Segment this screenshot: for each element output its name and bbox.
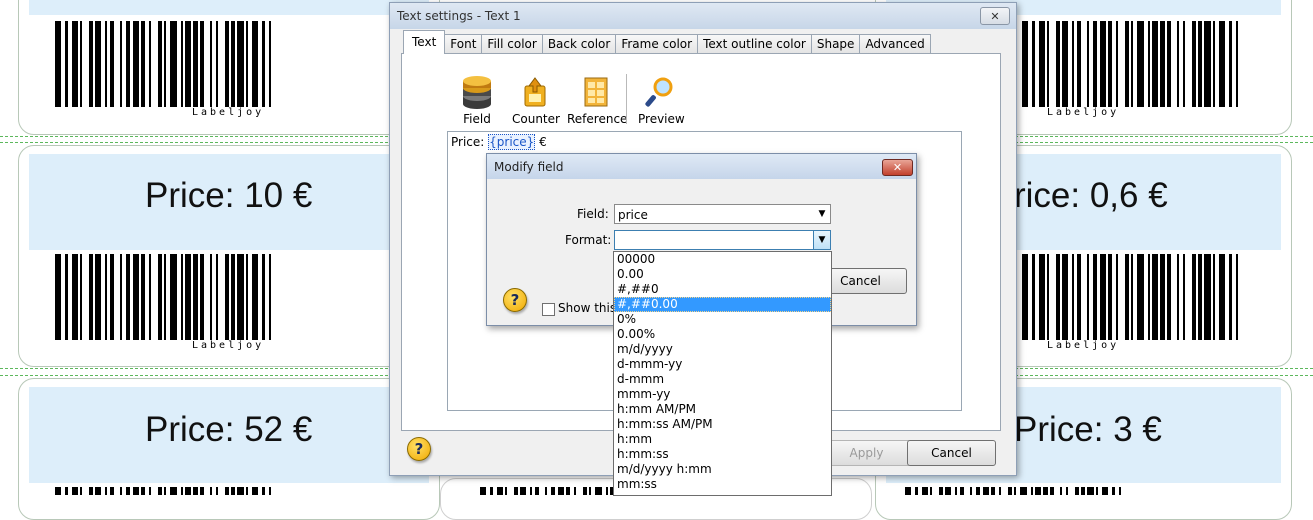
tab-strip: Text Font Fill color Back color Frame co… bbox=[403, 30, 931, 55]
format-option[interactable]: 0.00 bbox=[614, 267, 831, 282]
counter-button[interactable]: Counter bbox=[512, 76, 560, 126]
modify-close-button[interactable]: ✕ bbox=[882, 159, 913, 176]
format-option[interactable]: 0% bbox=[614, 312, 831, 327]
field-button[interactable]: Field bbox=[459, 76, 495, 126]
magnifier-icon bbox=[644, 76, 676, 110]
barcode bbox=[55, 254, 277, 340]
barcode-bar bbox=[1238, 254, 1244, 340]
label-brand: Labeljoy bbox=[1047, 340, 1120, 351]
format-combobox[interactable]: ▼ bbox=[614, 230, 831, 250]
format-option[interactable]: d-mmm-yy bbox=[614, 357, 831, 372]
database-icon bbox=[461, 76, 493, 110]
label-brand: Labeljoy bbox=[192, 340, 265, 351]
barcode bbox=[1022, 21, 1244, 107]
preview-button-label: Preview bbox=[638, 112, 685, 126]
show-this-checkbox[interactable] bbox=[542, 303, 555, 316]
format-option[interactable]: h:mm:ss AM/PM bbox=[614, 417, 831, 432]
editor-prefix: Price: bbox=[451, 135, 489, 149]
reference-icon bbox=[579, 76, 611, 110]
format-option[interactable]: 00000 bbox=[614, 252, 831, 267]
dialog-titlebar[interactable]: Text settings - Text 1 ✕ bbox=[390, 3, 1016, 29]
modify-field-titlebar[interactable]: Modify field ✕ bbox=[487, 154, 916, 179]
close-icon: ✕ bbox=[990, 9, 1000, 23]
label-brand: Labeljoy bbox=[192, 107, 265, 118]
format-option-selected[interactable]: #,##0.00 bbox=[614, 297, 831, 312]
barcode-bar bbox=[1121, 487, 1127, 495]
editor-suffix: € bbox=[535, 135, 547, 149]
format-option[interactable]: h:mm:ss bbox=[614, 447, 831, 462]
format-option[interactable]: 0.00% bbox=[614, 327, 831, 342]
editor-content: Price: {price} € bbox=[451, 134, 547, 150]
field-select[interactable]: price ▼ bbox=[614, 204, 831, 224]
format-option[interactable]: mmm-yy bbox=[614, 387, 831, 402]
format-option[interactable]: #,##0 bbox=[614, 282, 831, 297]
format-option[interactable]: d-mmm bbox=[614, 372, 831, 387]
barcode-bar bbox=[271, 21, 277, 107]
label-price: Price: 3 € bbox=[1014, 410, 1162, 449]
format-option[interactable]: h:mm bbox=[614, 432, 831, 447]
format-option[interactable]: m/d/yyyy bbox=[614, 342, 831, 357]
barcode-bar bbox=[1238, 21, 1244, 107]
format-dropdown-list: 00000 0.00 #,##0 #,##0.00 0% 0.00% m/d/y… bbox=[613, 251, 832, 496]
preview-button[interactable]: Preview bbox=[638, 76, 685, 126]
help-icon[interactable]: ? bbox=[503, 288, 527, 312]
barcode-bar bbox=[271, 487, 277, 495]
dialog-cancel-button[interactable]: Cancel bbox=[907, 440, 996, 466]
barcode-bar bbox=[271, 254, 277, 340]
chevron-down-icon: ▼ bbox=[818, 209, 826, 219]
format-option[interactable]: m/d/yyyy h:mm bbox=[614, 462, 831, 477]
help-icon[interactable]: ? bbox=[407, 437, 431, 461]
modify-field-title: Modify field bbox=[494, 160, 564, 174]
label-price: Price: 52 € bbox=[145, 410, 313, 449]
editor-field-token[interactable]: {price} bbox=[488, 134, 536, 150]
label-price: rice: 0,6 € bbox=[1014, 176, 1168, 215]
dialog-title: Text settings - Text 1 bbox=[397, 9, 521, 23]
tab-text-outline-color[interactable]: Text outline color bbox=[697, 34, 812, 54]
close-button[interactable]: ✕ bbox=[980, 7, 1010, 25]
label-brand: Labeljoy bbox=[1047, 107, 1120, 118]
counter-button-label: Counter bbox=[512, 112, 560, 126]
chevron-down-icon[interactable]: ▼ bbox=[813, 231, 830, 249]
counter-icon bbox=[519, 76, 551, 110]
format-option[interactable]: mm:ss bbox=[614, 477, 831, 492]
label-price: Price: 10 € bbox=[145, 176, 313, 215]
reference-button[interactable]: Reference bbox=[567, 76, 627, 126]
field-select-value: price bbox=[618, 208, 648, 222]
barcode bbox=[905, 487, 1127, 495]
toolbar-separator bbox=[626, 74, 627, 124]
barcode bbox=[55, 487, 277, 495]
tab-fill-color[interactable]: Fill color bbox=[481, 34, 543, 54]
tab-advanced[interactable]: Advanced bbox=[859, 34, 931, 54]
field-label: Field: bbox=[577, 207, 609, 221]
tab-font[interactable]: Font bbox=[444, 34, 483, 54]
tab-frame-color[interactable]: Frame color bbox=[615, 34, 699, 54]
barcode bbox=[55, 21, 277, 107]
close-icon: ✕ bbox=[892, 161, 903, 174]
tab-shape[interactable]: Shape bbox=[810, 34, 861, 54]
barcode bbox=[1022, 254, 1244, 340]
format-label: Format: bbox=[565, 233, 612, 247]
field-button-label: Field bbox=[463, 112, 491, 126]
apply-button[interactable]: Apply bbox=[822, 440, 911, 466]
reference-button-label: Reference bbox=[567, 112, 628, 126]
tab-back-color[interactable]: Back color bbox=[541, 34, 617, 54]
tab-text[interactable]: Text bbox=[403, 30, 446, 54]
format-option[interactable]: h:mm AM/PM bbox=[614, 402, 831, 417]
label-band bbox=[29, 0, 429, 15]
